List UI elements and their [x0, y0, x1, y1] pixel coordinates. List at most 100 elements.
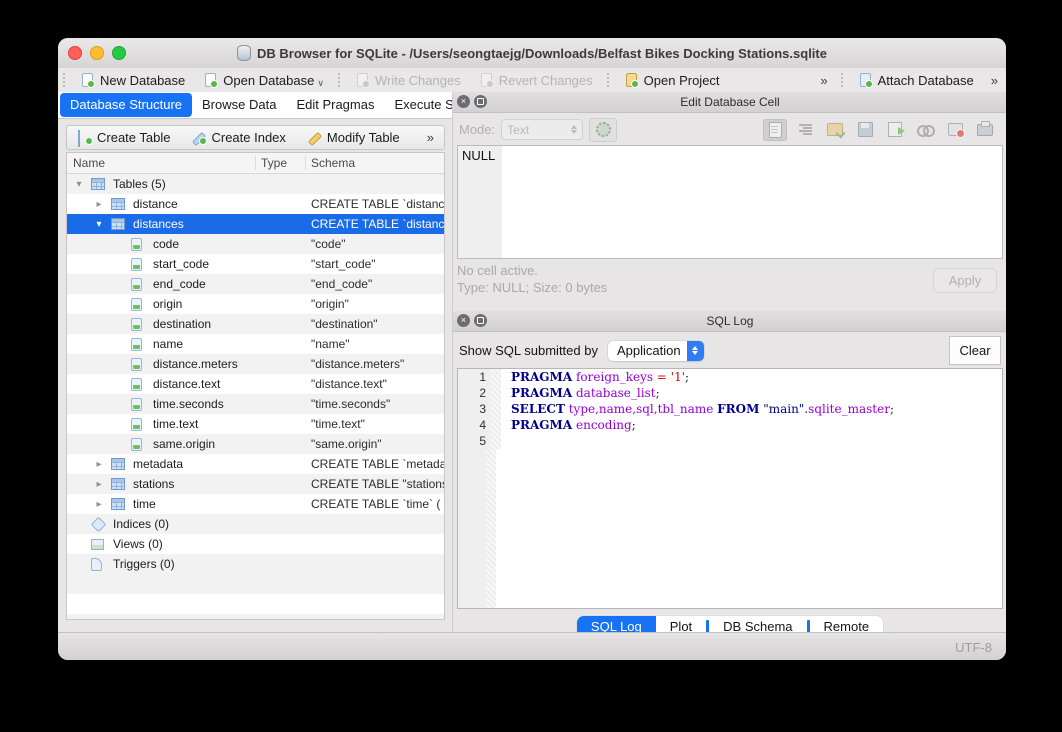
- structure-toolbar-overflow-button[interactable]: »: [417, 130, 444, 145]
- cell-value-editor[interactable]: NULL: [457, 145, 1003, 259]
- minimize-window-button[interactable]: [90, 46, 104, 60]
- title-bar: DB Browser for SQLite - /Users/seongtaej…: [58, 38, 1006, 69]
- table-icon: [111, 498, 125, 510]
- tab-browse-data[interactable]: Browse Data: [192, 93, 286, 117]
- close-panel-icon[interactable]: ×: [457, 95, 470, 108]
- tree-row-distances[interactable]: ▾distancesCREATE TABLE `distances`: [67, 214, 444, 234]
- encoding-indicator[interactable]: UTF-8: [955, 640, 992, 655]
- tree-row-end-code[interactable]: end_code"end_code": [67, 274, 444, 294]
- toolbar-overflow-button[interactable]: »: [983, 73, 1006, 88]
- tree-row-stations[interactable]: ▸stationsCREATE TABLE "stations" (: [67, 474, 444, 494]
- tree-row-time-text[interactable]: time.text"time.text": [67, 414, 444, 434]
- database-structure-tree[interactable]: Name Type Schema ▾ Tables (5) ▸ distance CRE…: [66, 152, 445, 620]
- word-wrap-icon[interactable]: [793, 119, 817, 141]
- create-table-button[interactable]: Create Table: [67, 130, 181, 145]
- sql-source-select[interactable]: Application: [608, 341, 704, 361]
- chevron-right-icon[interactable]: ▸: [93, 459, 105, 470]
- apply-button[interactable]: Apply: [933, 268, 997, 293]
- window-title: DB Browser for SQLite - /Users/seongtaej…: [257, 46, 827, 61]
- tree-row-name[interactable]: name"name": [67, 334, 444, 354]
- tree-row-triggers-0-[interactable]: Triggers (0): [67, 554, 444, 574]
- tree-column-header[interactable]: Name Type Schema: [67, 153, 444, 174]
- create-index-button[interactable]: Create Index: [181, 130, 296, 145]
- undock-panel-icon[interactable]: [474, 314, 487, 327]
- mode-select[interactable]: Text: [501, 119, 583, 140]
- tree-row-label: code: [153, 237, 179, 251]
- tree-row-distance-text[interactable]: distance.text"distance.text": [67, 374, 444, 394]
- chevron-down-icon[interactable]: ▾: [73, 179, 85, 190]
- tree-row-distance-meters[interactable]: distance.meters"distance.meters": [67, 354, 444, 374]
- chevron-right-icon[interactable]: ▸: [93, 499, 105, 510]
- undock-panel-icon[interactable]: [474, 95, 487, 108]
- write-changes-button[interactable]: Write Changes: [346, 68, 470, 92]
- modify-table-icon: [308, 131, 322, 144]
- tree-row-time[interactable]: ▸timeCREATE TABLE `time` ( `fie: [67, 494, 444, 514]
- tab-database-structure[interactable]: Database Structure: [60, 93, 192, 117]
- tree-row-indices-0-[interactable]: Indices (0): [67, 514, 444, 534]
- column-schema[interactable]: Schema: [311, 156, 355, 170]
- open-database-icon: [203, 73, 218, 88]
- tree-row-code[interactable]: code"code": [67, 234, 444, 254]
- tree-row-origin[interactable]: origin"origin": [67, 294, 444, 314]
- tab-edit-pragmas[interactable]: Edit Pragmas: [286, 93, 384, 117]
- toolbar-item-label: Open Project: [644, 73, 720, 88]
- tree-row-schema: "end_code": [311, 277, 372, 291]
- sql-log-title: SQL Log: [707, 314, 754, 328]
- column-name[interactable]: Name: [73, 156, 105, 170]
- tree-row-schema: CREATE TABLE `distances`: [311, 217, 444, 231]
- zoom-window-button[interactable]: [112, 46, 126, 60]
- save-data-icon[interactable]: [853, 119, 877, 141]
- tree-row-label: origin: [153, 297, 182, 311]
- tree-row-schema: "distance.meters": [311, 357, 404, 371]
- tree-row-label: distance: [133, 197, 178, 211]
- auto-detect-button[interactable]: [589, 118, 617, 142]
- tree-row-label: Tables (5): [113, 177, 166, 191]
- line-number: 1: [458, 369, 491, 385]
- modify-table-button[interactable]: Modify Table: [297, 130, 411, 145]
- toolbar-item-label: Revert Changes: [499, 73, 593, 88]
- open-database-button[interactable]: Open Database∨: [194, 68, 333, 92]
- toolbar-item-label: Write Changes: [375, 73, 461, 88]
- new-database-button[interactable]: New Database: [71, 68, 194, 92]
- import-data-icon[interactable]: [823, 119, 847, 141]
- field-icon: [131, 298, 142, 311]
- chevron-right-icon[interactable]: ▸: [93, 479, 105, 490]
- tree-row-start-code[interactable]: start_code"start_code": [67, 254, 444, 274]
- set-null-icon[interactable]: [943, 119, 967, 141]
- column-divider[interactable]: [305, 156, 306, 170]
- tree-row-tables-5-[interactable]: ▾ Tables (5): [67, 174, 444, 194]
- index-icon: [91, 516, 107, 532]
- tree-row-schema: "time.text": [311, 417, 365, 431]
- text-document-icon[interactable]: [763, 119, 787, 141]
- right-pane: × Edit Database Cell Mode: Text NULL No: [452, 92, 1006, 632]
- print-icon[interactable]: [973, 119, 997, 141]
- toolbar-overflow-button[interactable]: »: [812, 73, 835, 88]
- column-type[interactable]: Type: [261, 156, 287, 170]
- tree-row-label: name: [153, 337, 183, 351]
- tree-row-destination[interactable]: destination"destination": [67, 314, 444, 334]
- tree-row-schema: CREATE TABLE "stations" (: [311, 477, 444, 491]
- tree-row-time-seconds[interactable]: time.seconds"time.seconds": [67, 394, 444, 414]
- popup-arrows-icon: [687, 341, 704, 361]
- tree-row-views-0-[interactable]: Views (0): [67, 534, 444, 554]
- open-project-button[interactable]: Open Project: [615, 68, 729, 92]
- tree-row-label: time: [133, 497, 156, 511]
- sql-log-editor[interactable]: 1PRAGMA foreign_keys = '1';2PRAGMA datab…: [457, 368, 1003, 609]
- tree-row-label: start_code: [153, 257, 209, 271]
- tree-row-same-origin[interactable]: same.origin"same.origin": [67, 434, 444, 454]
- tree-row-metadata[interactable]: ▸metadataCREATE TABLE `metadata`: [67, 454, 444, 474]
- revert-changes-button[interactable]: Revert Changes: [470, 68, 602, 92]
- tree-row-distance[interactable]: ▸distanceCREATE TABLE `distance` (: [67, 194, 444, 214]
- chevron-right-icon[interactable]: ▸: [93, 199, 105, 210]
- clear-log-button[interactable]: Clear: [949, 336, 1001, 365]
- chevron-down-icon[interactable]: ▾: [93, 219, 105, 230]
- sql-statement: PRAGMA database_list;: [501, 386, 660, 400]
- copy-link-icon[interactable]: [913, 119, 937, 141]
- column-divider[interactable]: [255, 156, 256, 170]
- close-panel-icon[interactable]: ×: [457, 314, 470, 327]
- close-window-button[interactable]: [68, 46, 82, 60]
- export-data-icon[interactable]: [883, 119, 907, 141]
- attach-database-button[interactable]: Attach Database: [849, 68, 983, 92]
- status-bar: UTF-8: [58, 632, 1006, 660]
- mode-label: Mode:: [459, 122, 495, 137]
